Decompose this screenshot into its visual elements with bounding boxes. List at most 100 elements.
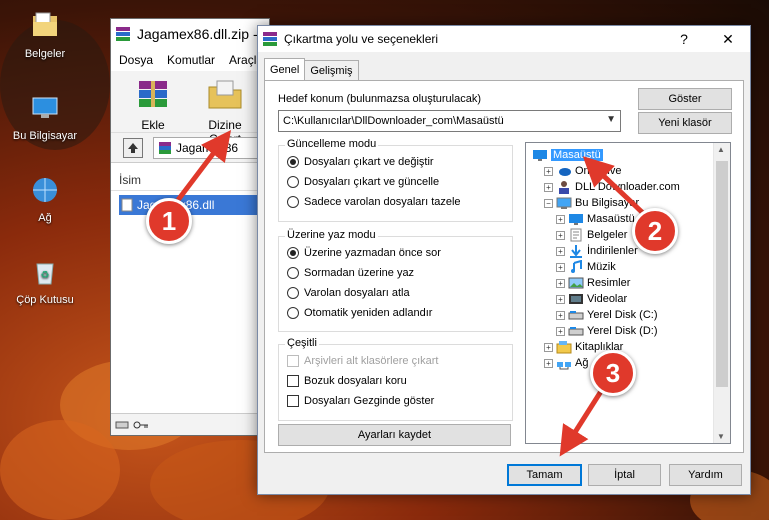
expand-icon[interactable]: + bbox=[556, 294, 565, 304]
overwrite-option-without-prompt[interactable]: Sormadan üzerine yaz bbox=[287, 267, 414, 279]
tree-node-label: Masaüstü bbox=[551, 149, 603, 161]
option-label: Arşivleri alt klasörlere çıkart bbox=[304, 355, 439, 367]
tree-node-label: İndirilenler bbox=[587, 245, 638, 257]
tree-node[interactable]: − Bu Bilgisayar bbox=[544, 195, 639, 211]
scroll-down-icon[interactable]: ▼ bbox=[717, 432, 725, 441]
radio[interactable] bbox=[287, 196, 299, 208]
expand-icon[interactable]: + bbox=[556, 262, 565, 272]
collapse-icon[interactable]: − bbox=[544, 198, 553, 208]
save-settings-button[interactable]: Ayarları kaydet bbox=[278, 424, 511, 446]
expand-icon[interactable]: + bbox=[556, 214, 565, 224]
expand-icon[interactable]: + bbox=[556, 278, 565, 288]
help-button[interactable]: Yardım bbox=[669, 464, 742, 486]
tree-node[interactable]: + Belgeler bbox=[556, 227, 627, 243]
expand-icon[interactable]: + bbox=[544, 182, 553, 192]
tree-node[interactable]: + DLL Downloader.com bbox=[544, 179, 680, 195]
checkbox[interactable] bbox=[287, 395, 299, 407]
checkbox-show-in-explorer[interactable]: Dosyaları Gezginde göster bbox=[287, 395, 434, 407]
update-option-update[interactable]: Dosyaları çıkart ve güncelle bbox=[287, 176, 439, 188]
desktop-icon-label: Çöp Kutusu bbox=[16, 294, 74, 306]
tree-node[interactable]: Masaüstü bbox=[532, 147, 603, 163]
expand-icon[interactable]: + bbox=[556, 310, 565, 320]
radio[interactable] bbox=[287, 307, 299, 319]
computer-icon bbox=[32, 97, 58, 118]
recycle-bin-icon: ♻ bbox=[36, 263, 54, 285]
expand-icon[interactable]: + bbox=[544, 358, 553, 368]
desktop-icon-this-pc[interactable]: Bu Bilgisayar bbox=[5, 92, 85, 142]
callout-3: 3 bbox=[590, 350, 636, 396]
tree-node[interactable]: + Ağ bbox=[544, 355, 588, 371]
menu-file[interactable]: Dosya bbox=[119, 53, 153, 67]
update-option-replace[interactable]: Dosyaları çıkart ve değiştir bbox=[287, 156, 434, 168]
misc-title: Çeşitli bbox=[285, 337, 319, 349]
callout-2: 2 bbox=[632, 208, 678, 254]
tree-node-label: Resimler bbox=[587, 277, 631, 289]
update-option-freshen[interactable]: Sadece varolan dosyaları tazele bbox=[287, 196, 461, 208]
desktop-icon-label: Belgeler bbox=[24, 48, 66, 60]
overwrite-option-skip[interactable]: Varolan dosyaları atla bbox=[287, 287, 410, 299]
cancel-button[interactable]: İptal bbox=[588, 464, 661, 486]
archive-path-field[interactable]: Jagamex86 bbox=[153, 136, 263, 159]
desktop-icon-label: Ağ bbox=[38, 212, 52, 224]
overwrite-option-ask[interactable]: Üzerine yazmadan önce sor bbox=[287, 247, 441, 259]
checkbox-keep-broken[interactable]: Bozuk dosyaları koru bbox=[287, 375, 407, 387]
desktop-icon-documents[interactable]: Belgeler bbox=[5, 10, 85, 60]
pictures-icon bbox=[568, 277, 584, 289]
tree-node[interactable]: + İndirilenler bbox=[556, 243, 638, 259]
archive-icon bbox=[159, 141, 171, 154]
add-button[interactable]: Ekle bbox=[123, 77, 183, 132]
radio[interactable] bbox=[287, 176, 299, 188]
close-icon[interactable]: ✕ bbox=[706, 26, 750, 52]
show-button[interactable]: Göster bbox=[638, 88, 732, 110]
dialog-title: Çıkartma yolu ve seçenekleri bbox=[284, 32, 439, 46]
scroll-up-icon[interactable]: ▲ bbox=[717, 145, 725, 154]
expand-icon[interactable]: + bbox=[556, 326, 565, 336]
checkbox[interactable] bbox=[287, 375, 299, 387]
tree-scrollbar[interactable]: ▲ ▼ bbox=[713, 143, 730, 443]
destination-label: Hedef konum (bulunmazsa oluşturulacak) bbox=[278, 93, 481, 105]
tab-advanced[interactable]: Gelişmiş bbox=[304, 60, 359, 80]
menu-commands[interactable]: Komutlar bbox=[167, 53, 215, 67]
option-label: Varolan dosyaları atla bbox=[304, 287, 410, 299]
column-header-name[interactable]: İsim bbox=[111, 169, 269, 191]
tab-general[interactable]: Genel bbox=[264, 58, 306, 80]
disk-icon bbox=[568, 311, 584, 320]
expand-icon[interactable]: + bbox=[544, 342, 553, 352]
radio[interactable] bbox=[287, 287, 299, 299]
desktop-icon-network[interactable]: Ağ bbox=[5, 174, 85, 224]
general-tab-panel: Hedef konum (bulunmazsa oluşturulacak) C… bbox=[264, 80, 744, 453]
up-folder-button[interactable] bbox=[123, 137, 143, 158]
help-title-button[interactable]: ? bbox=[662, 26, 706, 52]
checkbox bbox=[287, 355, 299, 367]
expand-icon[interactable]: + bbox=[544, 166, 553, 176]
file-list-item[interactable]: Jagamex86.dll bbox=[119, 195, 267, 215]
desktop-icon-recycle-bin[interactable]: ♻ Çöp Kutusu bbox=[5, 256, 85, 306]
tree-node[interactable]: + OneDrive bbox=[544, 163, 621, 179]
folder-documents-icon bbox=[33, 12, 57, 36]
winrar-toolbar: Ekle Dizine Çıkart bbox=[111, 71, 269, 146]
folder-tree[interactable]: Masaüstü + OneDrive + DLL Downloader.com − Bu … bbox=[525, 142, 731, 444]
overwrite-option-rename[interactable]: Otomatik yeniden adlandır bbox=[287, 307, 432, 319]
expand-icon[interactable]: + bbox=[556, 230, 565, 240]
ok-button[interactable]: Tamam bbox=[507, 464, 582, 486]
tree-node[interactable]: + Resimler bbox=[556, 275, 630, 291]
extract-to-button[interactable]: Dizine Çıkart bbox=[195, 77, 255, 146]
tree-node[interactable]: + Müzik bbox=[556, 259, 616, 275]
radio-selected[interactable] bbox=[287, 247, 299, 259]
expand-icon[interactable]: + bbox=[556, 246, 565, 256]
option-label: Otomatik yeniden adlandır bbox=[304, 307, 433, 319]
destination-path-combo[interactable]: C:\Kullanıcılar\DllDownloader_com\Masaüs… bbox=[278, 110, 621, 132]
libraries-icon bbox=[556, 341, 572, 354]
radio[interactable] bbox=[287, 267, 299, 279]
tree-node[interactable]: + Yerel Disk (D:) bbox=[556, 323, 658, 339]
desktop-icon bbox=[533, 150, 547, 161]
new-folder-button[interactable]: Yeni klasör bbox=[638, 112, 732, 134]
chevron-down-icon[interactable]: ▼ bbox=[606, 114, 616, 125]
tree-node[interactable]: + Videolar bbox=[556, 291, 627, 307]
user-icon bbox=[559, 181, 569, 194]
tree-node[interactable]: + Yerel Disk (C:) bbox=[556, 307, 658, 323]
tree-node[interactable]: + Masaüstü bbox=[556, 211, 635, 227]
radio-selected[interactable] bbox=[287, 156, 299, 168]
tree-node-label: Masaüstü bbox=[587, 213, 635, 225]
scroll-thumb[interactable] bbox=[716, 161, 728, 387]
